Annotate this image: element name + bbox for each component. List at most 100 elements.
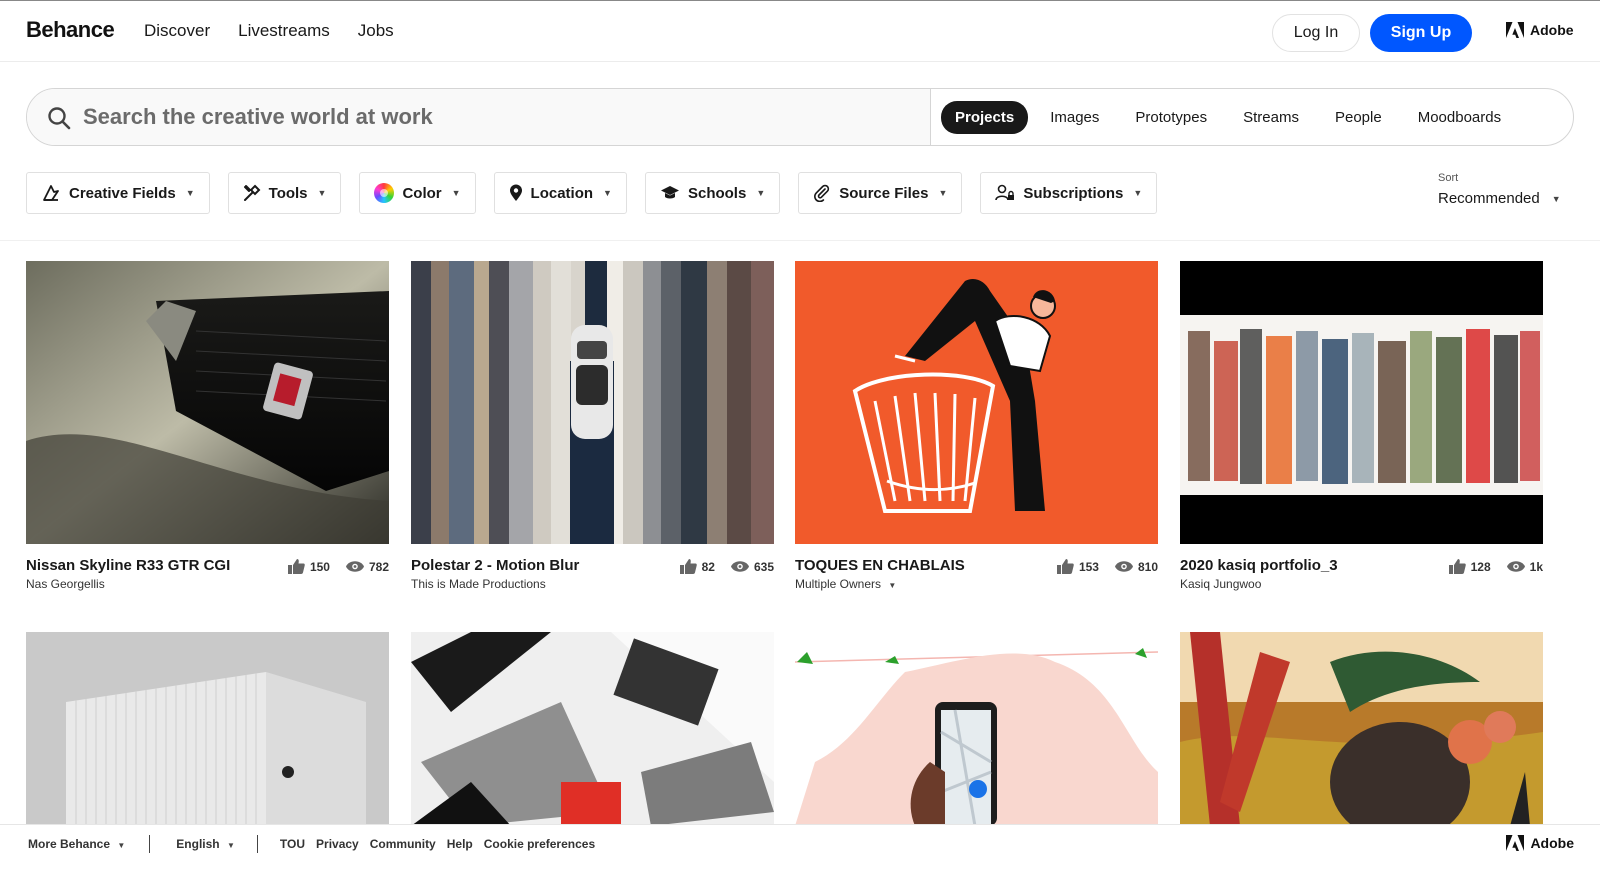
location-pin-icon <box>509 184 522 201</box>
project-card[interactable]: Polestar 2 - Motion Blur This is Made Pr… <box>411 261 774 591</box>
more-behance-menu[interactable]: More Behance ▼ <box>28 837 125 851</box>
location-label: Location <box>530 184 594 202</box>
sort-label: Sort <box>1438 172 1459 184</box>
sort-dropdown[interactable]: Sort Recommended ▼ <box>1438 172 1561 207</box>
schools-label: Schools <box>687 184 747 202</box>
creative-fields-filter[interactable]: Creative Fields ▼ <box>26 172 210 214</box>
project-card[interactable]: 2020 kasiq portfolio_3 Kasiq Jungwoo 128… <box>1180 261 1543 591</box>
project-thumbnail[interactable] <box>26 261 389 544</box>
project-card[interactable] <box>1180 632 1543 826</box>
nav-livestreams[interactable]: Livestreams <box>238 21 330 41</box>
signup-button[interactable]: Sign Up <box>1370 14 1472 52</box>
motion-blur-car-image <box>411 261 774 544</box>
search-bar: Projects Images Prototypes Streams Peopl… <box>26 88 1574 146</box>
graduation-cap-icon <box>660 186 679 199</box>
color-filter[interactable]: Color ▼ <box>359 172 476 214</box>
views-count: 782 <box>368 559 389 574</box>
footer-link-community[interactable]: Community <box>370 837 436 851</box>
fashion-illustration-image <box>1180 261 1543 544</box>
footer-link-tou[interactable]: TOU <box>280 837 305 851</box>
tools-label: Tools <box>268 184 308 202</box>
project-title[interactable]: 2020 kasiq portfolio_3 <box>1180 557 1338 574</box>
sort-selected: Recommended <box>1438 190 1540 207</box>
project-owner[interactable]: Kasiq Jungwoo <box>1180 577 1261 591</box>
creative-fields-label: Creative Fields <box>69 184 176 202</box>
project-owner[interactable]: This is Made Productions <box>411 577 546 591</box>
color-wheel-icon <box>374 183 395 203</box>
project-card[interactable] <box>795 632 1158 826</box>
footer-link-privacy[interactable]: Privacy <box>316 837 359 851</box>
login-button[interactable]: Log In <box>1272 14 1360 52</box>
chevron-down-icon: ▼ <box>1551 193 1561 204</box>
top-navigation-bar: Behance Discover Livestreams Jobs Log In… <box>0 0 1600 62</box>
footer-divider <box>256 834 258 853</box>
language-label: English <box>176 836 220 851</box>
landscape-illustration-image <box>1180 632 1543 826</box>
creative-fields-icon <box>43 185 59 201</box>
footer-link-cookie-preferences[interactable]: Cookie preferences <box>484 837 595 851</box>
chevron-down-icon: ▼ <box>317 188 327 198</box>
project-thumbnail[interactable] <box>1180 632 1543 826</box>
tab-images[interactable]: Images <box>1036 101 1113 134</box>
user-lock-icon <box>995 184 1015 201</box>
project-card[interactable]: TOQUES EN CHABLAIS Multiple Owners ▼ 153… <box>795 261 1158 591</box>
project-thumbnail[interactable] <box>411 261 774 544</box>
project-title[interactable]: TOQUES EN CHABLAIS <box>795 557 965 574</box>
schools-filter[interactable]: Schools ▼ <box>644 172 781 214</box>
chevron-down-icon: ▼ <box>226 840 235 850</box>
behance-logo[interactable]: Behance <box>26 17 115 43</box>
more-behance-label: More Behance <box>28 836 111 851</box>
project-card[interactable]: Nissan Skyline R33 GTR CGI Nas Georgelli… <box>26 261 389 591</box>
project-title[interactable]: Nissan Skyline R33 GTR CGI <box>26 557 230 574</box>
project-thumbnail[interactable] <box>411 632 774 826</box>
thumbs-up-icon <box>679 559 697 574</box>
likes-count: 128 <box>1470 559 1491 574</box>
footer-link-help[interactable]: Help <box>447 837 473 851</box>
subscriptions-filter[interactable]: Subscriptions ▼ <box>980 172 1158 214</box>
chevron-down-icon: ▼ <box>888 581 897 590</box>
footer-divider <box>149 834 151 853</box>
subscriptions-label: Subscriptions <box>1023 184 1124 202</box>
chef-hat-illustration-image <box>795 261 1158 544</box>
tab-people[interactable]: People <box>1321 101 1396 134</box>
project-thumbnail[interactable] <box>795 261 1158 544</box>
tools-filter[interactable]: Tools ▼ <box>227 172 342 214</box>
branding-stationery-image <box>411 632 774 826</box>
project-owner[interactable]: Nas Georgellis <box>26 577 105 591</box>
footer-adobe-link[interactable]: Adobe <box>1506 835 1574 851</box>
footer: More Behance ▼ English ▼ TOU Privacy Com… <box>0 824 1600 862</box>
search-input[interactable] <box>83 101 903 133</box>
project-owner[interactable]: Multiple Owners ▼ <box>795 577 896 591</box>
tab-projects[interactable]: Projects <box>941 100 1029 134</box>
project-title[interactable]: Polestar 2 - Motion Blur <box>411 557 579 574</box>
thumbs-up-icon <box>287 559 305 574</box>
thumbs-up-icon <box>1448 559 1466 574</box>
project-thumbnail[interactable] <box>795 632 1158 826</box>
nav-jobs[interactable]: Jobs <box>358 21 394 41</box>
project-thumbnail[interactable] <box>1180 261 1543 544</box>
tools-icon <box>243 184 261 201</box>
source-files-filter[interactable]: Source Files ▼ <box>798 172 963 214</box>
location-filter[interactable]: Location ▼ <box>493 172 627 214</box>
tab-prototypes[interactable]: Prototypes <box>1121 101 1221 134</box>
search-field-container <box>27 89 931 145</box>
adobe-link[interactable]: Adobe <box>1506 22 1574 38</box>
source-files-label: Source Files <box>839 184 929 202</box>
tab-streams[interactable]: Streams <box>1229 101 1313 134</box>
likes-count: 153 <box>1078 559 1099 574</box>
project-card[interactable] <box>26 632 389 826</box>
nav-discover[interactable]: Discover <box>144 21 210 41</box>
chevron-down-icon: ▼ <box>451 188 461 198</box>
chevron-down-icon: ▼ <box>603 188 612 198</box>
project-card[interactable] <box>411 632 774 826</box>
filter-bar: Creative Fields ▼ Tools ▼ Color ▼ Locati… <box>26 172 1158 214</box>
project-stats: 128 1k <box>1448 559 1543 574</box>
project-stats: 82 635 <box>679 559 774 574</box>
language-selector[interactable]: English ▼ <box>176 837 235 851</box>
chevron-down-icon: ▼ <box>756 188 766 198</box>
views-count: 635 <box>753 559 774 574</box>
eye-icon <box>1114 561 1133 572</box>
tab-moodboards[interactable]: Moodboards <box>1404 101 1515 134</box>
white-box-product-image <box>26 632 389 826</box>
project-thumbnail[interactable] <box>26 632 389 826</box>
